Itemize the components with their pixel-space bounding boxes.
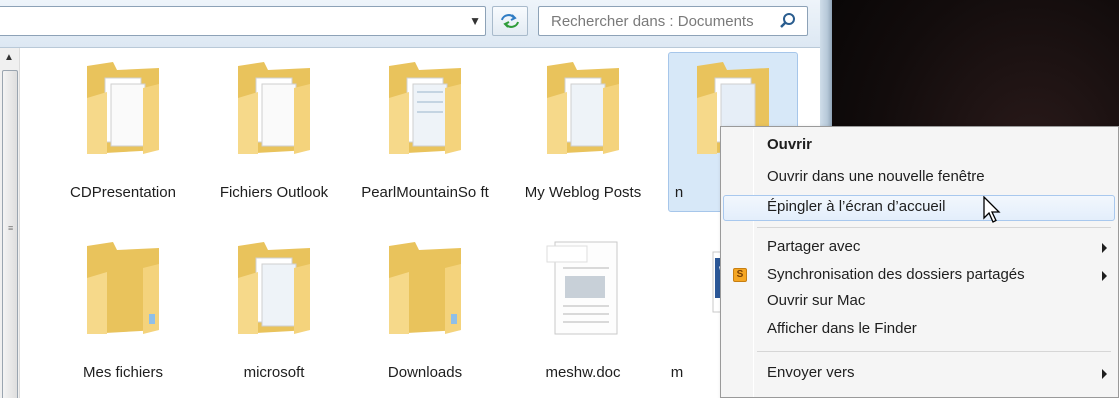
search-placeholder: Rechercher dans : Documents	[551, 13, 754, 30]
folder-icon	[87, 242, 159, 334]
item-label: Fichiers Outlook	[219, 184, 329, 201]
menu-item-open[interactable]: Ouvrir	[723, 133, 1115, 159]
item-label: CDPresentation	[70, 184, 176, 201]
address-dropdown-icon[interactable]: ▼	[469, 14, 481, 28]
folder-item[interactable]: microsoft	[199, 232, 349, 398]
menu-item-open-on-mac[interactable]: Ouvrir sur Mac	[723, 289, 1115, 315]
menu-item-pin-start[interactable]: Épingler à l’écran d’accueil	[723, 195, 1115, 221]
folder-icon	[238, 62, 310, 154]
item-label: microsoft	[243, 364, 305, 381]
menu-item-label: Ouvrir sur Mac	[767, 292, 866, 309]
document-icon	[546, 241, 618, 335]
search-icon[interactable]	[779, 12, 797, 30]
folder-icon	[238, 242, 310, 334]
menu-item-label: Partager avec	[767, 238, 861, 255]
sync-folder-icon: S	[733, 268, 747, 282]
folder-icon	[87, 62, 159, 154]
menu-separator	[757, 227, 1111, 228]
submenu-arrow-icon	[1102, 243, 1107, 253]
menu-item-sync-shared[interactable]: S Synchronisation des dossiers partagés	[723, 263, 1115, 289]
menu-item-label: Ouvrir dans une nouvelle fenêtre	[767, 168, 985, 185]
menu-item-open-new-window[interactable]: Ouvrir dans une nouvelle fenêtre	[723, 165, 1115, 191]
folder-item[interactable]: Mes fichiers	[48, 232, 198, 398]
item-label: Downloads	[387, 364, 463, 381]
folder-icon	[389, 242, 461, 334]
menu-item-label: Afficher dans le Finder	[767, 320, 917, 337]
folder-icon	[389, 62, 461, 154]
mouse-cursor-icon	[983, 196, 1001, 223]
folder-item[interactable]: PearlMountainSo ft	[350, 52, 500, 222]
menu-item-label: Épingler à l’écran d’accueil	[767, 198, 946, 215]
folder-item[interactable]: Fichiers Outlook	[199, 52, 349, 222]
folder-icon	[547, 62, 619, 154]
menu-separator	[757, 351, 1111, 352]
menu-item-send-to[interactable]: Envoyer vers	[723, 361, 1115, 387]
menu-item-label: Ouvrir	[767, 136, 813, 153]
refresh-button[interactable]	[492, 6, 528, 36]
vertical-scrollbar[interactable]: ▲ ≡	[0, 48, 20, 398]
folder-item[interactable]: CDPresentation	[48, 52, 198, 222]
search-input[interactable]: Rechercher dans : Documents	[538, 6, 808, 36]
menu-item-label: Envoyer vers	[767, 364, 855, 381]
refresh-icon	[501, 14, 519, 28]
menu-item-share-with[interactable]: Partager avec	[723, 235, 1115, 261]
menu-item-show-in-finder[interactable]: Afficher dans le Finder	[723, 317, 1115, 343]
explorer-toolbar: ▼ Rechercher dans : Documents	[0, 0, 820, 48]
folder-item[interactable]: Downloads	[350, 232, 500, 398]
submenu-arrow-icon	[1102, 369, 1107, 379]
submenu-arrow-icon	[1102, 271, 1107, 281]
menu-item-label: Synchronisation des dossiers partagés	[767, 266, 1025, 283]
address-bar[interactable]: ▼	[0, 6, 486, 36]
scrollbar-thumb[interactable]: ≡	[2, 70, 18, 398]
scroll-up-arrow-icon[interactable]: ▲	[4, 52, 14, 63]
grip-icon: ≡	[8, 223, 14, 233]
context-menu: Ouvrir Ouvrir dans une nouvelle fenêtre …	[720, 126, 1119, 398]
item-label: PearlMountainSo ft	[361, 184, 489, 201]
item-label: Mes fichiers	[82, 364, 164, 381]
